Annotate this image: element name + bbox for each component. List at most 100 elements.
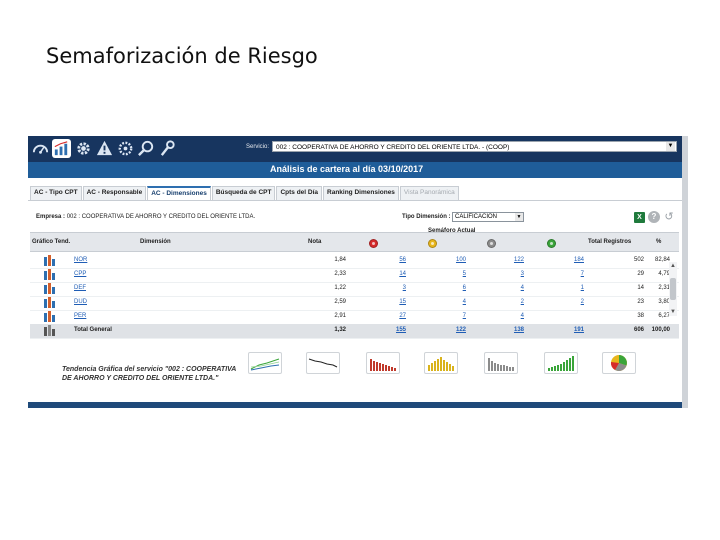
chevron-down-icon[interactable]: ▼ (515, 213, 523, 221)
help-icon[interactable]: ? (648, 211, 660, 223)
line-trend-chart-thumbnail[interactable] (248, 352, 282, 374)
red-bar-chart-thumbnail[interactable] (366, 352, 400, 374)
tab-ac-tipo-cpt[interactable]: AC - Tipo CPT (30, 186, 82, 200)
dashboard-icon[interactable] (31, 139, 50, 158)
red-light-icon (369, 239, 378, 248)
tab-ranking-dimensiones[interactable]: Ranking Dimensiones (323, 186, 399, 200)
table-row[interactable]: CPP 2,33 14 5 3 7 29 4,79 (30, 268, 679, 283)
search-icon[interactable] (137, 139, 156, 158)
tab-bar: AC - Tipo CPT AC - Responsable AC - Dime… (30, 186, 460, 200)
red-count-link[interactable]: 56 (380, 257, 406, 263)
table-row[interactable]: PER 2,91 27 7 4 38 6,27 (30, 310, 679, 325)
window-frame-edge (682, 136, 688, 408)
servicio-select[interactable]: 002 : COOPERATIVA DE AHORRO Y CREDITO DE… (272, 141, 677, 152)
red-count-link[interactable]: 27 (380, 313, 406, 319)
tab-ac-dimensiones[interactable]: AC - Dimensiones (147, 186, 211, 200)
gear-icon[interactable] (74, 139, 93, 158)
total-cell: 23 (637, 299, 644, 305)
dimension-link[interactable]: NOR (74, 257, 87, 263)
app-screenshot: Servicio: 002 : COOPERATIVA DE AHORRO Y … (28, 136, 682, 408)
red-count-link[interactable]: 3 (380, 285, 406, 291)
yellow-count-link[interactable]: 5 (440, 271, 466, 277)
gray-count-link[interactable]: 138 (498, 327, 524, 333)
table-scrollbar[interactable]: ▲ ▼ (669, 262, 677, 316)
tab-divider (28, 200, 682, 201)
chevron-down-icon[interactable]: ▼ (666, 142, 675, 151)
empresa-filter: Empresa : 002 : COOPERATIVA DE AHORRO Y … (36, 214, 255, 220)
bar-chart-icon[interactable] (44, 269, 56, 280)
pct-cell: 6,27 (658, 313, 670, 319)
bar-chart-icon[interactable] (44, 255, 56, 266)
chevron-up-icon[interactable]: ▲ (669, 262, 677, 270)
green-count-link[interactable]: 1 (558, 285, 584, 291)
yellow-bar-chart-thumbnail[interactable] (424, 352, 458, 374)
report-title-bar: Análisis de cartera al día 03/10/2017 (28, 162, 682, 178)
total-cell: 29 (637, 271, 644, 277)
green-count-link[interactable]: 191 (558, 327, 584, 333)
gray-bar-chart-thumbnail[interactable] (484, 352, 518, 374)
wrench-icon[interactable] (158, 139, 177, 158)
red-count-link[interactable]: 15 (380, 299, 406, 305)
pct-cell: 100,00 (651, 327, 670, 333)
tipo-dimension-value: CALIFICACION (455, 214, 498, 220)
gray-count-link[interactable]: 4 (498, 313, 524, 319)
dimension-link[interactable]: DUD (74, 299, 87, 305)
tab-busqueda-cpt[interactable]: Búsqueda de CPT (211, 186, 276, 200)
nota-cell: 1,32 (334, 327, 346, 333)
yellow-count-link[interactable]: 122 (440, 327, 466, 333)
pct-cell: 4,79 (658, 271, 670, 277)
red-count-link[interactable]: 155 (380, 327, 406, 333)
chevron-down-icon[interactable]: ▼ (669, 308, 677, 316)
header-semaforo: Semáforo Actual (428, 228, 476, 234)
total-label: Total General (74, 327, 112, 333)
table-row[interactable]: NOR 1,84 56 100 122 184 502 82,84 (30, 254, 679, 269)
nota-cell: 1,22 (334, 285, 346, 291)
green-light-icon (547, 239, 556, 248)
gray-count-link[interactable]: 2 (498, 299, 524, 305)
table-row[interactable]: DUD 2,59 15 4 2 2 23 3,80 (30, 296, 679, 311)
warning-icon[interactable] (95, 139, 114, 158)
pct-cell: 2,31 (658, 285, 670, 291)
bar-chart-icon[interactable] (44, 283, 56, 294)
gray-count-link[interactable]: 3 (498, 271, 524, 277)
tab-vista-panoramica: Vista Panorámica (399, 186, 459, 200)
total-cell: 502 (633, 257, 644, 263)
table-row[interactable]: DEF 1,22 3 6 4 1 14 2,31 (30, 282, 679, 297)
tipo-dimension-select[interactable]: CALIFICACION ▼ (452, 212, 524, 222)
pie-chart-thumbnail[interactable] (602, 352, 636, 374)
line-chart-thumbnail[interactable] (306, 352, 340, 374)
dimension-link[interactable]: DEF (74, 285, 86, 291)
dimension-link[interactable]: PER (74, 313, 86, 319)
nota-cell: 2,91 (334, 313, 346, 319)
footer-band (28, 402, 682, 408)
yellow-count-link[interactable]: 6 (440, 285, 466, 291)
green-count-link[interactable]: 184 (558, 257, 584, 263)
green-bar-chart-thumbnail[interactable] (544, 352, 578, 374)
header-nota: Nota (308, 239, 322, 245)
yellow-count-link[interactable]: 100 (440, 257, 466, 263)
bar-chart-icon[interactable] (44, 297, 56, 308)
bar-chart-icon[interactable] (44, 311, 56, 322)
gray-light-icon (487, 239, 496, 248)
tab-cpts-del-dia[interactable]: Cpts del Día (276, 186, 323, 200)
chart-icon[interactable] (52, 139, 71, 158)
tab-ac-responsable[interactable]: AC - Responsable (82, 186, 147, 200)
toolbar: Servicio: 002 : COOPERATIVA DE AHORRO Y … (28, 136, 682, 162)
yellow-count-link[interactable]: 7 (440, 313, 466, 319)
red-count-link[interactable]: 14 (380, 271, 406, 277)
gray-count-link[interactable]: 122 (498, 257, 524, 263)
dimension-link[interactable]: CPP (74, 271, 86, 277)
excel-export-icon[interactable]: X (634, 212, 645, 223)
header-dimension: Dimensión (140, 239, 171, 245)
bar-chart-icon[interactable] (44, 325, 56, 336)
scrollbar-thumb[interactable] (670, 278, 676, 300)
tipo-dimension-label: Tipo Dimensión : (402, 214, 451, 220)
green-count-link[interactable]: 7 (558, 271, 584, 277)
green-count-link[interactable]: 2 (558, 299, 584, 305)
settings-icon[interactable] (116, 139, 135, 158)
gray-count-link[interactable]: 4 (498, 285, 524, 291)
refresh-icon[interactable]: ↺ (663, 211, 675, 223)
report-title: Análisis de cartera al día 03/10/2017 (270, 164, 424, 174)
total-row: Total General 1,32 155 122 138 191 606 1… (30, 324, 679, 339)
yellow-count-link[interactable]: 4 (440, 299, 466, 305)
